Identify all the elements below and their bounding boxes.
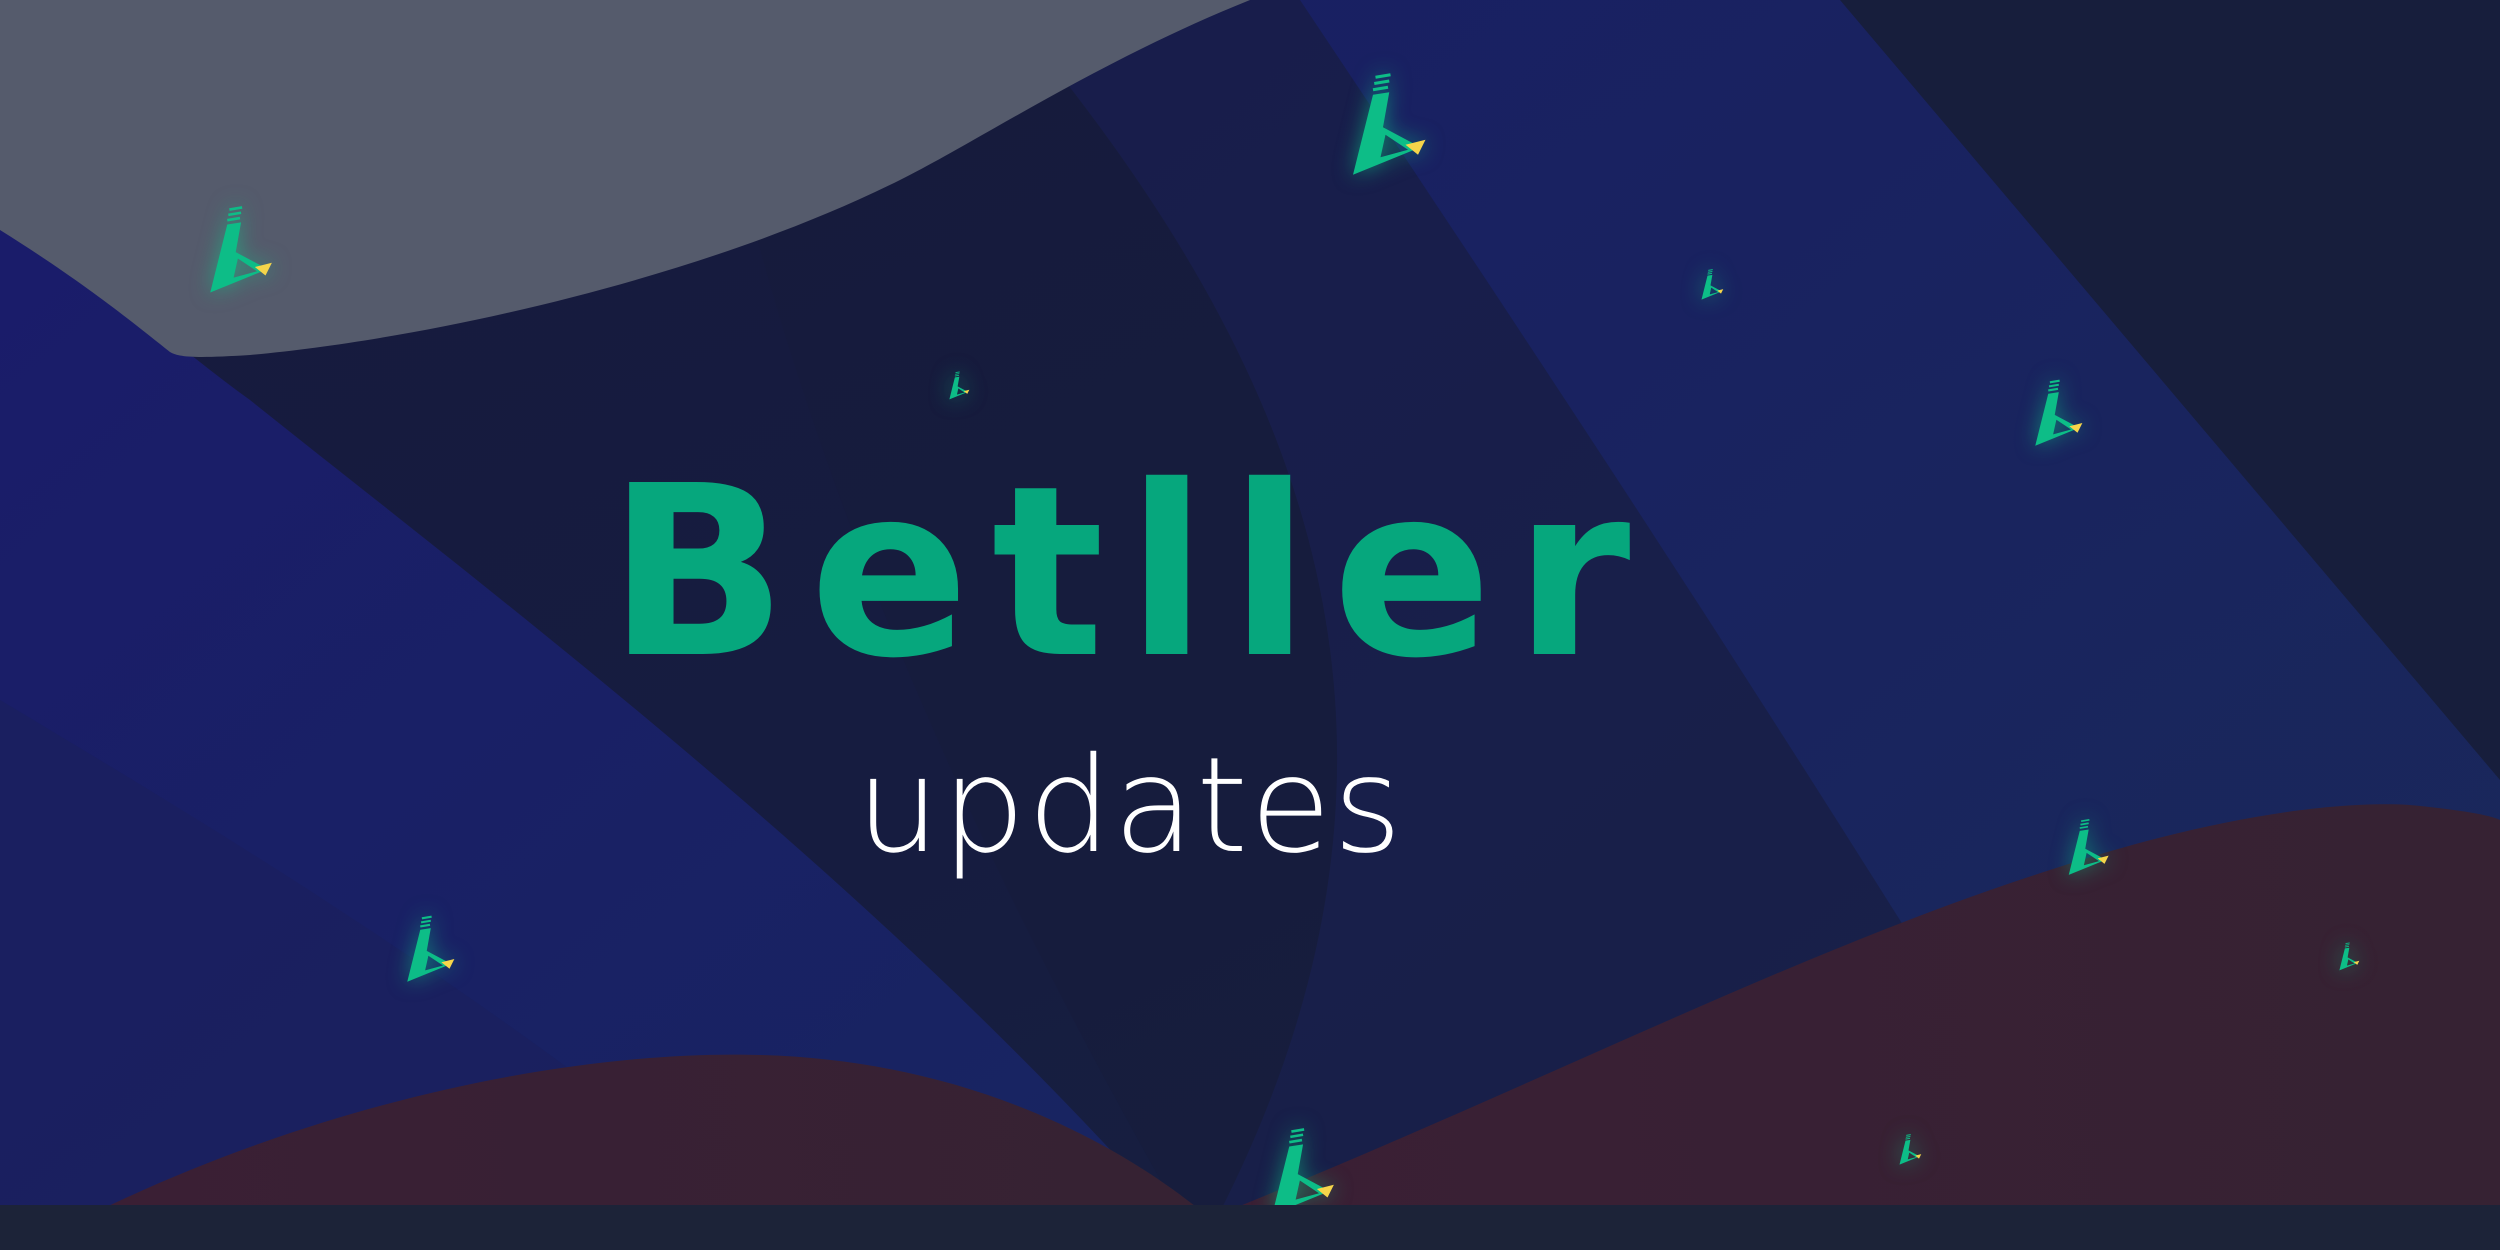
betller-logo-icon [404, 912, 456, 988]
betller-logo-icon [1700, 268, 1724, 302]
brand-title: Betller [607, 435, 1653, 710]
betller-logo-icon [948, 370, 970, 402]
bottom-bar [0, 1205, 2500, 1250]
betller-logo-icon [2032, 376, 2084, 452]
betller-logo-icon [2066, 816, 2110, 880]
betller-logo-icon [1898, 1132, 1922, 1168]
betller-logo-icon [1348, 66, 1428, 186]
brand-subtitle: updates [856, 729, 1404, 883]
betller-logo-icon [206, 200, 274, 302]
banner-canvas: Betller updates [0, 0, 2500, 1250]
betller-logo-icon [2338, 940, 2360, 974]
